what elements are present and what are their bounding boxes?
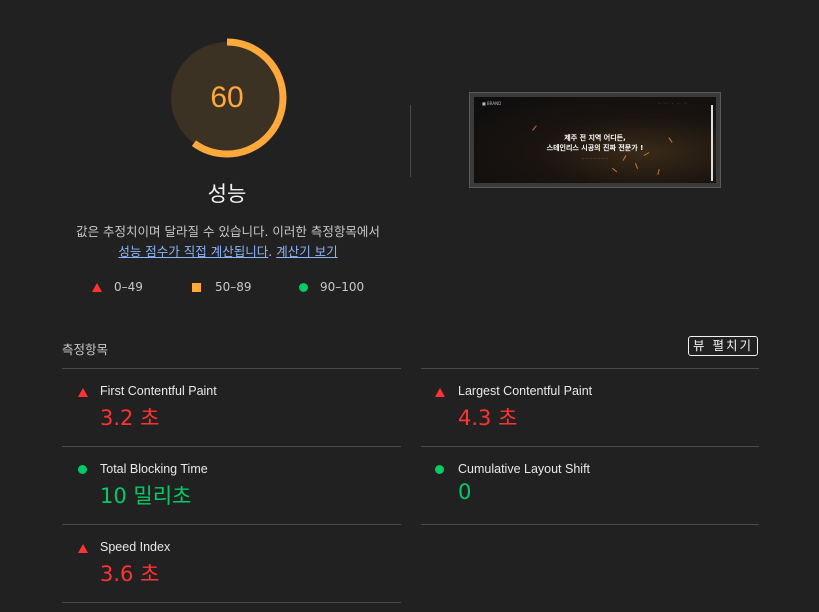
score-value: 60 [210,81,244,114]
circle-icon [299,282,308,292]
spark-mark [611,167,618,173]
metric-name: Speed Index [100,540,171,554]
metric-value: 10 밀리초 [100,484,192,508]
circle-icon [78,465,87,474]
spark-mark [657,168,660,176]
metric-name: Total Blocking Time [100,462,208,476]
screenshot-headline-line2: 스테인리스 시공의 진짜 전문가 ! [546,144,644,152]
expand-view-button[interactable]: 뷰 펼치기 [688,336,758,356]
metric-largest-contentful-paint[interactable]: Largest Contentful Paint 4.3 초 [420,382,760,452]
legend-label: 50–89 [215,280,252,294]
metric-value: 3.2 초 [100,406,160,430]
metric-name: Cumulative Layout Shift [458,462,591,476]
legend-item-poor: 0–49 [92,280,143,294]
legend-item-average: 50–89 [192,280,252,294]
screenshot-headline: 제주 전 지역 어디든, 스테인리스 시공의 진짜 전문가 ! [474,133,716,153]
screenshot-brand: ■ BRAND [482,101,502,106]
triangle-icon [78,544,88,553]
metric-value: 3.6 초 [100,562,160,586]
screenshot-headline-line1: 제주 전 지역 어디든, [564,134,626,142]
screenshot-scrollbar [711,105,713,181]
triangle-icon [92,282,102,292]
description-text: 값은 추정치이며 달라질 수 있습니다. 이러한 측정항목에서 [76,224,380,239]
legend-item-good: 90–100 [299,280,364,294]
vertical-divider [410,105,411,177]
metric-speed-index[interactable]: Speed Index 3.6 초 [62,538,402,608]
score-title: 성능 [207,182,247,206]
metric-name: First Contentful Paint [100,384,217,398]
description-separator: . [268,244,273,259]
metric-value: 4.3 초 [458,406,518,430]
square-icon [192,282,201,292]
score-legend: 0–49 50–89 90–100 [0,280,819,296]
metrics-divider [421,368,759,369]
score-description: 값은 추정치이며 달라질 수 있습니다. 이러한 측정항목에서 성능 점수가 직… [40,222,416,262]
metric-cumulative-layout-shift[interactable]: Cumulative Layout Shift 0 [420,460,760,530]
metrics-section-label: 측정항목 [62,342,109,357]
metric-name: Largest Contentful Paint [458,384,593,398]
metric-first-contentful-paint[interactable]: First Contentful Paint 3.2 초 [62,382,402,452]
page-screenshot-thumbnail[interactable]: ■ BRAND · · · · · 제주 전 지역 어디든, 스테인리스 시공의… [469,92,721,188]
metric-value: 0 [458,480,472,504]
screenshot-content: ■ BRAND · · · · · 제주 전 지역 어디든, 스테인리스 시공의… [474,97,716,183]
metric-total-blocking-time[interactable]: Total Blocking Time 10 밀리초 [62,460,402,530]
spark-mark [635,163,638,169]
legend-label: 0–49 [114,280,143,294]
circle-icon [435,465,444,474]
screenshot-nav: · · · · · [658,101,688,106]
screenshot-subtext: — — — — — — — [581,156,609,160]
calculator-link[interactable]: 계산기 보기 [276,244,337,259]
legend-label: 90–100 [320,280,365,294]
triangle-icon [78,388,88,397]
score-calculation-link[interactable]: 성능 점수가 직접 계산됩니다 [118,244,268,259]
triangle-icon [435,388,445,397]
spark-mark [532,125,537,131]
performance-score-gauge: 60 [165,36,289,160]
metrics-divider [62,368,401,369]
